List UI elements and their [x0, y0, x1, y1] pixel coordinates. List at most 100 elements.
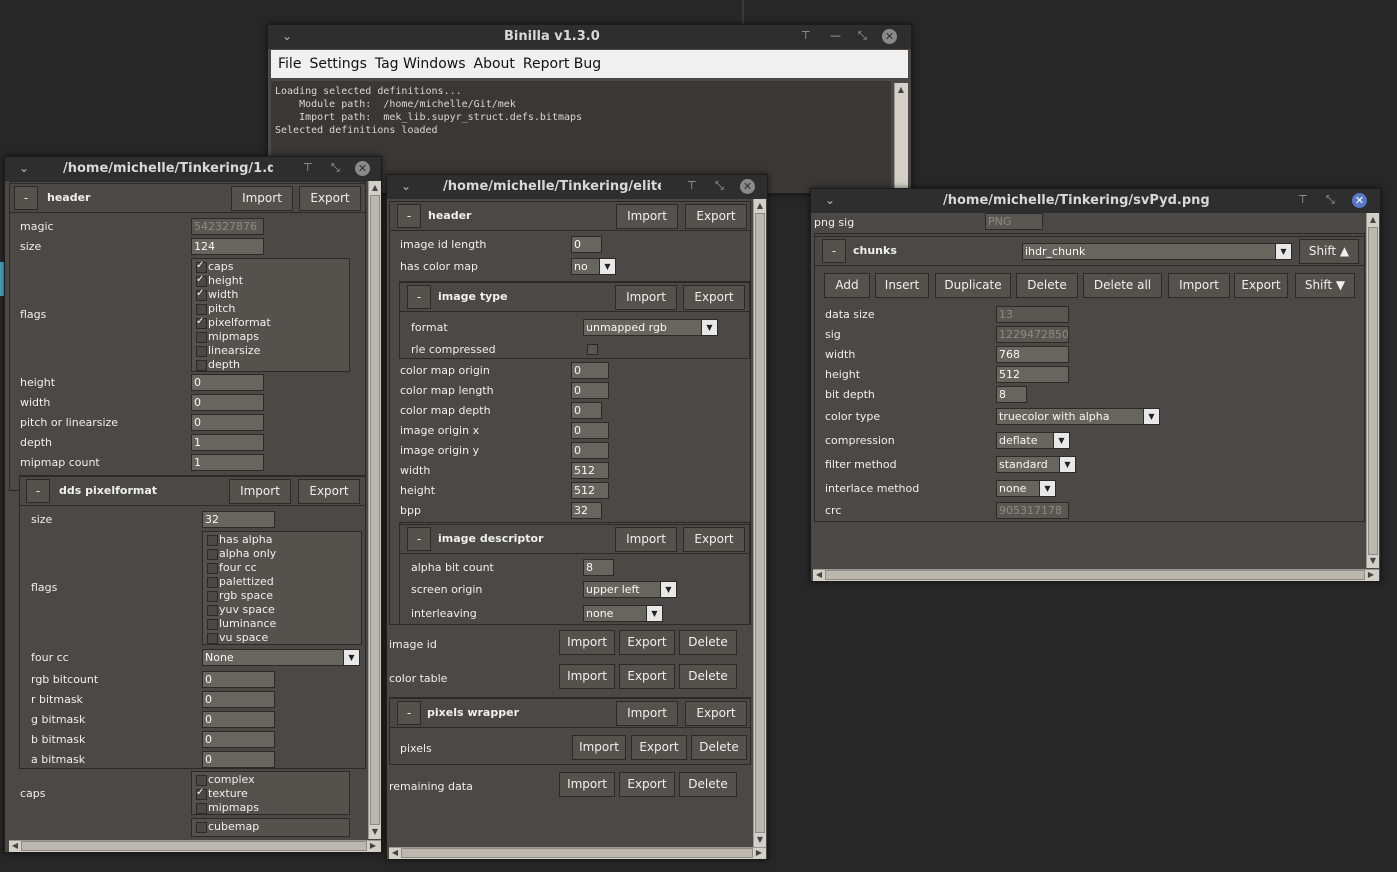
chevron-down-icon[interactable]: ▼	[1059, 457, 1075, 472]
window-menu-icon[interactable]: ⌄	[401, 179, 411, 193]
chevron-down-icon[interactable]: ▼	[660, 582, 676, 597]
close-icon[interactable]: ✕	[740, 179, 755, 194]
yuv-space-checkbox[interactable]: yuv space	[205, 603, 275, 617]
alpha-bit-count-field[interactable]: 8	[583, 559, 614, 576]
data-size-field[interactable]: 13	[996, 306, 1069, 323]
chevron-down-icon[interactable]: ▼	[701, 320, 717, 335]
scroll-left-icon[interactable]: ◀	[813, 570, 825, 580]
filter-method-select[interactable]: standard ▼	[996, 456, 1076, 473]
h-scroll-thumb[interactable]	[401, 848, 753, 858]
import-button[interactable]: Import	[572, 735, 626, 760]
flag-linearsize-checkbox[interactable]: linearsize	[194, 344, 260, 358]
import-button[interactable]: Import	[229, 479, 291, 504]
a-bitmask-field[interactable]: 0	[202, 751, 275, 768]
close-icon[interactable]: ✕	[355, 161, 370, 176]
close-icon[interactable]: ✕	[1352, 193, 1367, 208]
shift-down-button[interactable]: Shift ▼	[1295, 273, 1355, 298]
chevron-down-icon[interactable]: ▼	[1275, 244, 1291, 259]
close-icon[interactable]: ✕	[882, 29, 897, 44]
import-button[interactable]: Import	[559, 772, 615, 797]
scroll-down-icon[interactable]: ▼	[1367, 556, 1379, 566]
scroll-right-icon[interactable]: ▶	[367, 841, 379, 851]
interlace-method-select[interactable]: none ▼	[996, 480, 1056, 497]
compression-select[interactable]: deflate ▼	[996, 432, 1070, 449]
collapse-button[interactable]: -	[14, 186, 38, 210]
import-button[interactable]: Import	[559, 664, 615, 689]
export-button[interactable]: Export	[683, 285, 745, 310]
scroll-left-icon[interactable]: ◀	[9, 841, 21, 851]
scroll-down-icon[interactable]: ▼	[754, 835, 766, 845]
vu-space-checkbox[interactable]: vu space	[205, 631, 268, 645]
import-button[interactable]: Import	[559, 630, 615, 655]
delete-button[interactable]: Delete	[679, 630, 737, 655]
png-sig-field[interactable]: PNG	[985, 213, 1043, 230]
flag-caps-checkbox[interactable]: caps	[194, 259, 234, 274]
h-scroll-thumb[interactable]	[825, 570, 1365, 580]
pitch-field[interactable]: 0	[191, 414, 264, 431]
screen-origin-select[interactable]: upper left ▼	[583, 581, 677, 598]
crc-field[interactable]: 905317178	[996, 502, 1069, 519]
duplicate-button[interactable]: Duplicate	[935, 273, 1011, 298]
scroll-thumb[interactable]	[1368, 227, 1378, 555]
has-color-map-select[interactable]: no ▼	[571, 258, 616, 275]
pf-size-field[interactable]: 32	[202, 511, 275, 528]
four-cc-checkbox[interactable]: four cc	[205, 561, 257, 575]
pin-icon[interactable]: ⊤	[687, 179, 697, 192]
scroll-up-icon[interactable]: ▲	[754, 201, 766, 211]
four-cc-select[interactable]: None ▼	[202, 649, 360, 666]
rgb-space-checkbox[interactable]: rgb space	[205, 589, 273, 603]
flag-width-checkbox[interactable]: width	[194, 287, 238, 302]
import-button[interactable]: Import	[616, 204, 678, 229]
export-button[interactable]: Export	[619, 630, 675, 655]
h-scroll-thumb[interactable]	[21, 841, 367, 851]
interleaving-select[interactable]: none ▼	[583, 605, 663, 622]
palettized-checkbox[interactable]: palettized	[205, 575, 274, 589]
mipmaps-checkbox[interactable]: mipmaps	[194, 801, 259, 815]
has-alpha-checkbox[interactable]: has alpha	[205, 533, 272, 547]
pin-icon[interactable]: ⊤	[1298, 193, 1308, 206]
import-button[interactable]: Import	[1168, 273, 1230, 298]
import-button[interactable]: Import	[231, 186, 293, 211]
import-button[interactable]: Import	[615, 285, 677, 310]
window-menu-icon[interactable]: ⌄	[19, 161, 29, 175]
import-button[interactable]: Import	[616, 701, 678, 726]
flag-height-checkbox[interactable]: height	[194, 273, 243, 288]
rgb-bitcount-field[interactable]: 0	[202, 671, 275, 688]
title-bar[interactable]: ⌄ /home/michelle/Tinkering/1.dd ⊤ ⤡ ✕	[5, 157, 381, 181]
color-type-select[interactable]: truecolor with alpha ▼	[996, 408, 1160, 425]
window-menu-icon[interactable]: ⌄	[825, 193, 835, 207]
scroll-up-icon[interactable]: ▲	[1367, 215, 1379, 225]
luminance-checkbox[interactable]: luminance	[205, 617, 276, 631]
delete-button[interactable]: Delete	[679, 772, 737, 797]
scroll-left-icon[interactable]: ◀	[389, 848, 401, 858]
mipmap-count-field[interactable]: 1	[191, 454, 264, 471]
height-field[interactable]: 512	[571, 482, 609, 499]
height-field[interactable]: 512	[996, 366, 1069, 383]
export-button[interactable]: Export	[685, 701, 747, 726]
export-button[interactable]: Export	[1234, 273, 1288, 298]
restore-icon[interactable]: ⤡	[1326, 193, 1335, 207]
collapse-button[interactable]: -	[26, 479, 50, 503]
complex-checkbox[interactable]: complex	[194, 773, 255, 787]
flag-mipmaps-checkbox[interactable]: mipmaps	[194, 330, 259, 344]
r-bitmask-field[interactable]: 0	[202, 691, 275, 708]
delete-button[interactable]: Delete	[1016, 273, 1078, 298]
export-button[interactable]: Export	[298, 479, 360, 504]
chevron-down-icon[interactable]: ▼	[1053, 433, 1069, 448]
collapse-button[interactable]: -	[397, 701, 421, 725]
scroll-right-icon[interactable]: ▶	[753, 848, 765, 858]
color-map-origin-field[interactable]: 0	[571, 362, 609, 379]
restore-icon[interactable]: ⤡	[715, 179, 724, 193]
collapse-button[interactable]: -	[407, 285, 431, 309]
bpp-field[interactable]: 32	[571, 502, 602, 519]
insert-button[interactable]: Insert	[875, 273, 929, 298]
width-field[interactable]: 768	[996, 346, 1069, 363]
pin-icon[interactable]: ⊤	[303, 161, 313, 174]
magic-field[interactable]: 542327876	[191, 218, 264, 235]
menu-about[interactable]: About	[474, 56, 515, 72]
flag-pixelformat-checkbox[interactable]: pixelformat	[194, 315, 271, 330]
collapse-button[interactable]: -	[397, 204, 421, 228]
delete-button[interactable]: Delete	[679, 664, 737, 689]
menu-report-bug[interactable]: Report Bug	[523, 56, 601, 72]
add-button[interactable]: Add	[824, 273, 870, 298]
